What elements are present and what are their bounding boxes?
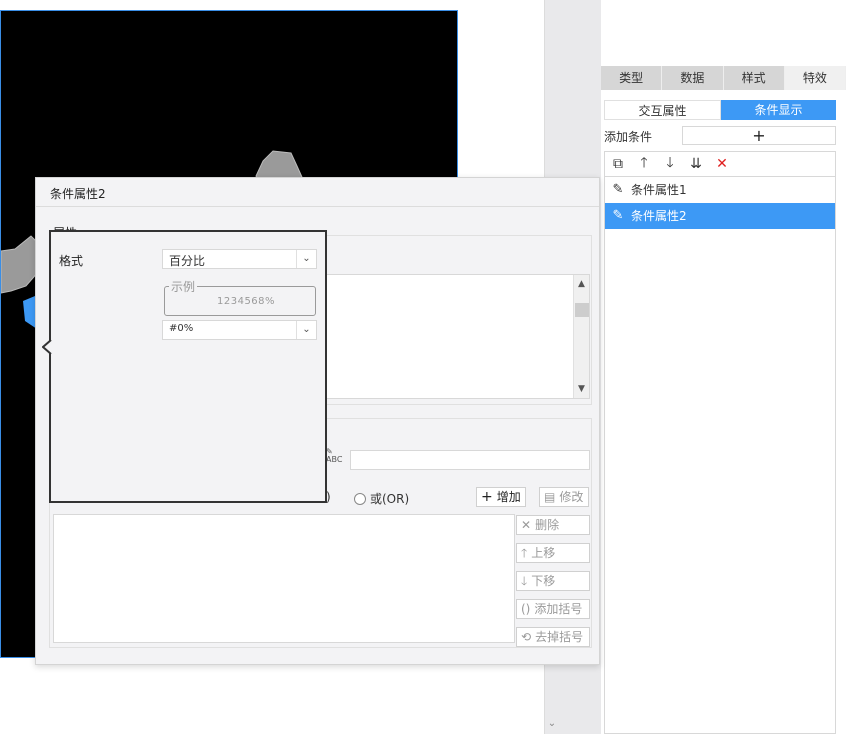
subtab-interaction[interactable]: 交互属性 [604, 100, 721, 120]
edit-icon[interactable]: ✎ [605, 203, 631, 229]
subtab-conditional-display[interactable]: 条件显示 [721, 100, 836, 120]
modify-button[interactable]: ▤ 修改 [539, 487, 589, 507]
move-down-button-label: 下移 [531, 574, 556, 588]
arrow-down-icon: 🡓 [521, 574, 528, 588]
formula-abc-icon[interactable]: ✎ ABC [326, 448, 342, 464]
paren-icon: () [521, 602, 531, 616]
copy-icon[interactable]: ⧉ [609, 156, 627, 172]
radio-circle[interactable] [354, 492, 366, 505]
effect-subtabs: 交互属性 条件显示 [604, 100, 836, 120]
plus-icon: + [481, 489, 493, 505]
add-condition-row: 添加条件 + [604, 126, 836, 146]
pattern-select[interactable]: #0% ⌄ [162, 320, 317, 340]
delete-icon[interactable]: ✕ [713, 156, 731, 172]
move-up-icon[interactable]: 🡑 [635, 152, 653, 176]
scroll-up-icon[interactable]: ▲ [574, 277, 589, 291]
condition-value-input[interactable] [350, 450, 590, 470]
chevron-down-icon[interactable]: ⌄ [296, 321, 316, 339]
close-icon: ✕ [521, 518, 532, 532]
chevron-down-icon[interactable]: ⌄ [296, 250, 316, 268]
condition-list-box: ⧉ 🡑 🡓 ⇊ ✕ ✎ 条件属性1 ✎ 条件属性2 [604, 151, 836, 734]
condition-item-selected[interactable]: ✎ 条件属性2 [605, 203, 835, 229]
add-condition-label: 添加条件 [604, 130, 653, 144]
modify-icon: ▤ [544, 490, 556, 504]
add-paren-button[interactable]: () 添加括号 [516, 599, 590, 619]
format-popup: 格式 百分比 ⌄ 示例 1234568% #0% ⌄ [49, 230, 327, 503]
move-bottom-icon[interactable]: ⇊ [687, 156, 705, 172]
scroll-down-icon[interactable]: ⌄ [546, 718, 558, 732]
delete-button-label: 删除 [535, 518, 560, 532]
remove-paren-button-label: 去掉括号 [535, 630, 584, 644]
screen: ⌄ 类型 数据 样式 特效 交互属性 条件显示 添加条件 + ⧉ 🡑 🡓 ⇊ ✕ [0, 0, 846, 734]
attribute-list-scrollbar[interactable]: ▲ ▼ [573, 275, 589, 398]
add-button[interactable]: + 增加 [476, 487, 526, 507]
tab-data[interactable]: 数据 [662, 66, 724, 90]
add-condition-button[interactable]: + [682, 126, 836, 145]
or-radio[interactable]: 或(OR) [354, 490, 409, 507]
condition-item-label: 条件属性2 [631, 209, 687, 223]
example-box: 示例 1234568% [164, 278, 316, 316]
pattern-select-value: #0% [169, 323, 194, 334]
edit-icon[interactable]: ✎ [605, 177, 631, 203]
format-select[interactable]: 百分比 ⌄ [162, 249, 317, 269]
tab-style[interactable]: 样式 [724, 66, 785, 90]
tab-type[interactable]: 类型 [601, 66, 663, 90]
scroll-thumb[interactable] [575, 303, 589, 317]
scroll-down-icon[interactable]: ▼ [574, 382, 589, 396]
property-panel: 类型 数据 样式 特效 交互属性 条件显示 添加条件 + ⧉ 🡑 🡓 ⇊ ✕ ✎… [601, 0, 846, 734]
example-value: 1234568% [217, 296, 276, 307]
title-divider [36, 206, 599, 207]
example-label: 示例 [169, 278, 198, 295]
add-button-label: 增加 [496, 490, 521, 504]
add-paren-button-label: 添加括号 [534, 602, 583, 616]
condition-expression-list[interactable] [53, 514, 515, 643]
condition-item-label: 条件属性1 [631, 183, 687, 197]
property-tabs: 类型 数据 样式 特效 [601, 66, 846, 90]
dialog-title: 条件属性2 [50, 187, 106, 201]
tab-effects[interactable]: 特效 [784, 66, 846, 90]
delete-button[interactable]: ✕ 删除 [516, 515, 590, 535]
move-up-button[interactable]: 🡑 上移 [516, 543, 590, 563]
remove-paren-icon: ⟲ [521, 630, 532, 644]
modify-button-label: 修改 [559, 490, 584, 504]
move-down-button[interactable]: 🡓 下移 [516, 571, 590, 591]
popup-pointer [42, 340, 52, 354]
format-label: 格式 [59, 254, 84, 268]
move-up-button-label: 上移 [531, 546, 556, 560]
arrow-up-icon: 🡑 [521, 546, 528, 560]
remove-paren-button[interactable]: ⟲ 去掉括号 [516, 627, 590, 647]
format-select-value: 百分比 [169, 254, 206, 268]
condition-toolbar: ⧉ 🡑 🡓 ⇊ ✕ [605, 152, 835, 177]
or-label: 或(OR) [370, 492, 410, 506]
move-down-icon[interactable]: 🡓 [661, 152, 679, 176]
condition-item[interactable]: ✎ 条件属性1 [605, 177, 835, 203]
